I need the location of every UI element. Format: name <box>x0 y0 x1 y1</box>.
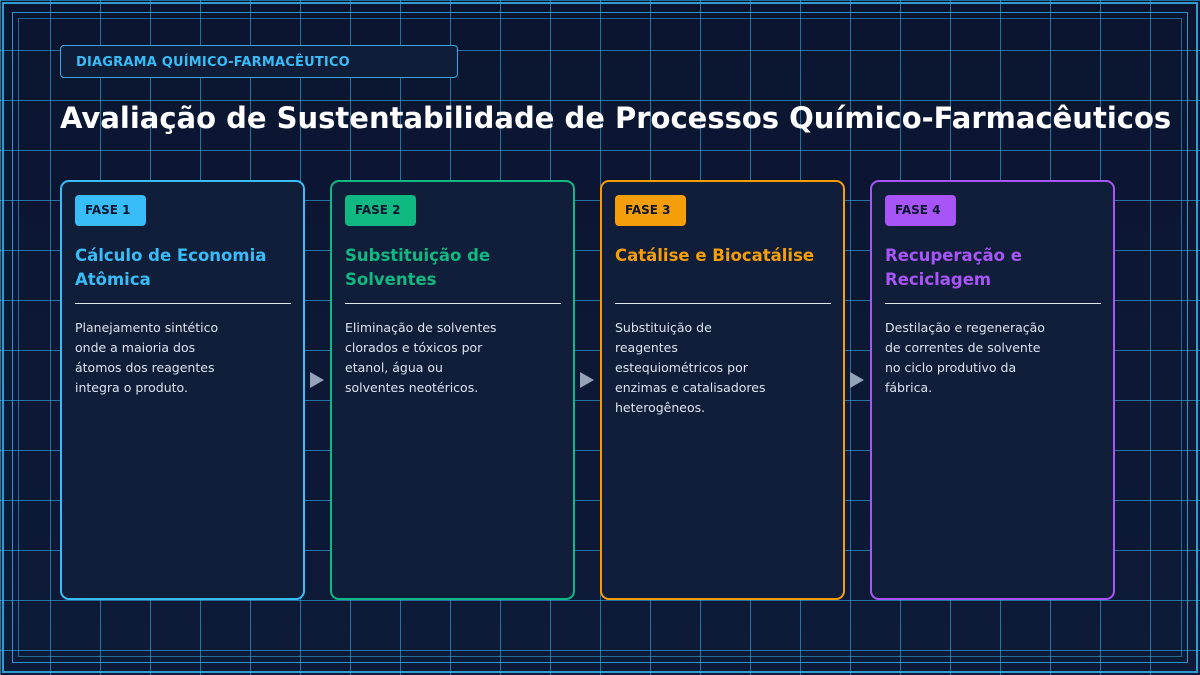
phase-badge: FASE 4 <box>885 195 956 226</box>
phase-title: Substituição de Solventes <box>345 246 491 289</box>
flow-arrow-icon <box>310 372 324 388</box>
phase-card-4: FASE 4 Recuperação e Reciclagem Destilaç… <box>870 180 1115 600</box>
phase-divider <box>345 303 561 304</box>
phase-divider <box>75 303 291 304</box>
phase-description: Eliminação de solventes clorados e tóxic… <box>345 320 497 395</box>
phase-title: Recuperação e Reciclagem <box>885 246 1022 289</box>
phase-divider <box>885 303 1101 304</box>
phase-card-2: FASE 2 Substituição de Solventes Elimina… <box>330 180 575 600</box>
page-title: Avaliação de Sustentabilidade de Process… <box>60 101 1172 135</box>
phase-badge: FASE 2 <box>345 195 416 226</box>
flow-arrow-icon <box>580 372 594 388</box>
phase-badge: FASE 3 <box>615 195 686 226</box>
phase-card-3: FASE 3 Catálise e Biocatálise Substituiç… <box>600 180 845 600</box>
flow-arrow-icon <box>850 372 864 388</box>
phase-title: Cálculo de Economia Atômica <box>75 246 267 289</box>
phase-description: Destilação e regeneração de correntes de… <box>885 320 1045 395</box>
phase-description: Planejamento sintético onde a maioria do… <box>75 320 219 395</box>
phase-title: Catálise e Biocatálise <box>615 246 815 265</box>
diagram-category-tag: DIAGRAMA QUÍMICO-FARMACÊUTICO <box>60 45 458 78</box>
phase-divider <box>615 303 831 304</box>
phase-card-1: FASE 1 Cálculo de Economia Atômica Plane… <box>60 180 305 600</box>
phase-description: Substituição de reagentes estequiométric… <box>615 320 766 415</box>
phase-badge: FASE 1 <box>75 195 146 226</box>
